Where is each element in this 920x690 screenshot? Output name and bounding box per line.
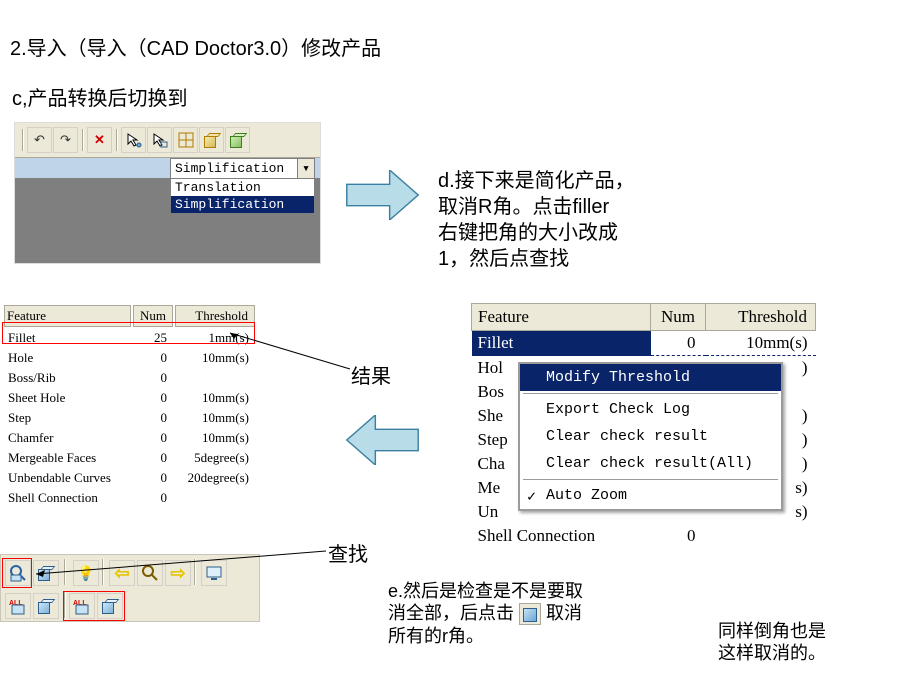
table-row[interactable]: Step010mm(s) <box>4 409 255 427</box>
delete-icon[interactable]: ✕ <box>87 127 112 153</box>
search-label: 查找 <box>328 538 368 567</box>
table-row[interactable]: Chamfer010mm(s) <box>4 429 255 447</box>
col-feature: Feature <box>472 304 651 331</box>
screenshot-toolbar-dropdown: ↶ ↷ ✕ Simplification ▾ Translation Simpl… <box>15 123 320 263</box>
headline-2: c,产品转换后切换到 <box>12 82 188 111</box>
grid-icon[interactable] <box>173 127 198 153</box>
note-chamfer-same: 同样倒角也是 这样取消的。 <box>718 620 826 664</box>
separator-icon <box>22 129 24 151</box>
zoom-icon[interactable] <box>137 560 163 586</box>
arrow-left-icon[interactable]: ⇦ <box>109 560 135 586</box>
table-row[interactable]: Unbendable Curves020degree(s) <box>4 469 255 487</box>
search-box-icon[interactable] <box>5 560 31 586</box>
separator-icon <box>116 129 118 151</box>
headline-1: 2.导入（导入（CAD Doctor3.0）修改产品 <box>10 32 381 61</box>
table-row[interactable]: Hole010mm(s) <box>4 349 255 367</box>
ctx-export-check-log[interactable]: Export Check Log <box>520 396 781 423</box>
box-icon <box>519 603 541 625</box>
box-icon[interactable] <box>97 593 123 619</box>
table-row[interactable]: Shell Connection0 <box>472 524 816 548</box>
bulb-icon[interactable]: 💡 <box>73 560 99 586</box>
ctx-auto-zoom[interactable]: Auto Zoom <box>520 482 781 509</box>
col-threshold: Threshold <box>175 305 255 327</box>
arrow-right-icon[interactable]: ⇨ <box>165 560 191 586</box>
arrow-right-icon <box>345 170 420 220</box>
all-box-icon[interactable]: ALL <box>69 593 95 619</box>
all-box-icon[interactable]: ALL <box>5 593 31 619</box>
separator-icon <box>82 129 84 151</box>
feature-table-left: Feature Num Threshold Fillet251mm(s) Hol… <box>2 303 257 509</box>
mode-dropdown[interactable]: Simplification ▾ Translation Simplificat… <box>170 158 315 214</box>
col-threshold: Threshold <box>706 304 816 331</box>
chevron-down-icon[interactable]: ▾ <box>297 159 314 178</box>
box-yellow-icon[interactable] <box>199 127 224 153</box>
instruction-e: e.然后是检查是不是要取 消全部，后点击 取消 所有的r角。 <box>388 580 583 647</box>
pointer-elem-icon[interactable] <box>147 127 172 153</box>
box-icon[interactable] <box>33 560 59 586</box>
pointer-dot-icon[interactable] <box>121 127 146 153</box>
undo-icon[interactable]: ↶ <box>27 127 52 153</box>
separator-icon <box>523 393 778 394</box>
box-green-icon[interactable] <box>225 127 250 153</box>
col-feature: Feature <box>4 305 131 327</box>
arrow-left-icon <box>345 415 420 465</box>
col-num: Num <box>651 304 706 331</box>
table-row[interactable]: Boss/Rib0 <box>4 369 255 387</box>
dropdown-selected: Simplification <box>175 161 284 176</box>
table-row-selected[interactable]: Fillet010mm(s) <box>472 331 816 356</box>
redo-icon[interactable]: ↷ <box>53 127 78 153</box>
table-row[interactable]: Mergeable Faces05degree(s) <box>4 449 255 467</box>
result-label: 结果 <box>351 360 391 389</box>
instruction-d: d.接下来是简化产品， 取消R角。点击filler 右键把角的大小改成 1，然后… <box>438 168 635 272</box>
box-icon[interactable] <box>33 593 59 619</box>
table-row[interactable]: Fillet251mm(s) <box>4 329 255 347</box>
ctx-clear-check-result[interactable]: Clear check result <box>520 423 781 450</box>
dropdown-option-translation[interactable]: Translation <box>171 179 314 196</box>
table-row[interactable]: Sheet Hole010mm(s) <box>4 389 255 407</box>
screenshot-bottom-toolbar: 💡 ⇦ ⇨ ALL ALL <box>0 554 260 622</box>
table-row[interactable]: Shell Connection0 <box>4 489 255 507</box>
ctx-clear-check-result-all[interactable]: Clear check result(All) <box>520 450 781 477</box>
col-num: Num <box>133 305 173 327</box>
screen-icon[interactable] <box>201 560 227 586</box>
context-menu: Modify Threshold Export Check Log Clear … <box>518 362 783 511</box>
ctx-modify-threshold[interactable]: Modify Threshold <box>520 364 781 391</box>
dropdown-option-simplification[interactable]: Simplification <box>171 196 314 213</box>
separator-icon <box>523 479 778 480</box>
